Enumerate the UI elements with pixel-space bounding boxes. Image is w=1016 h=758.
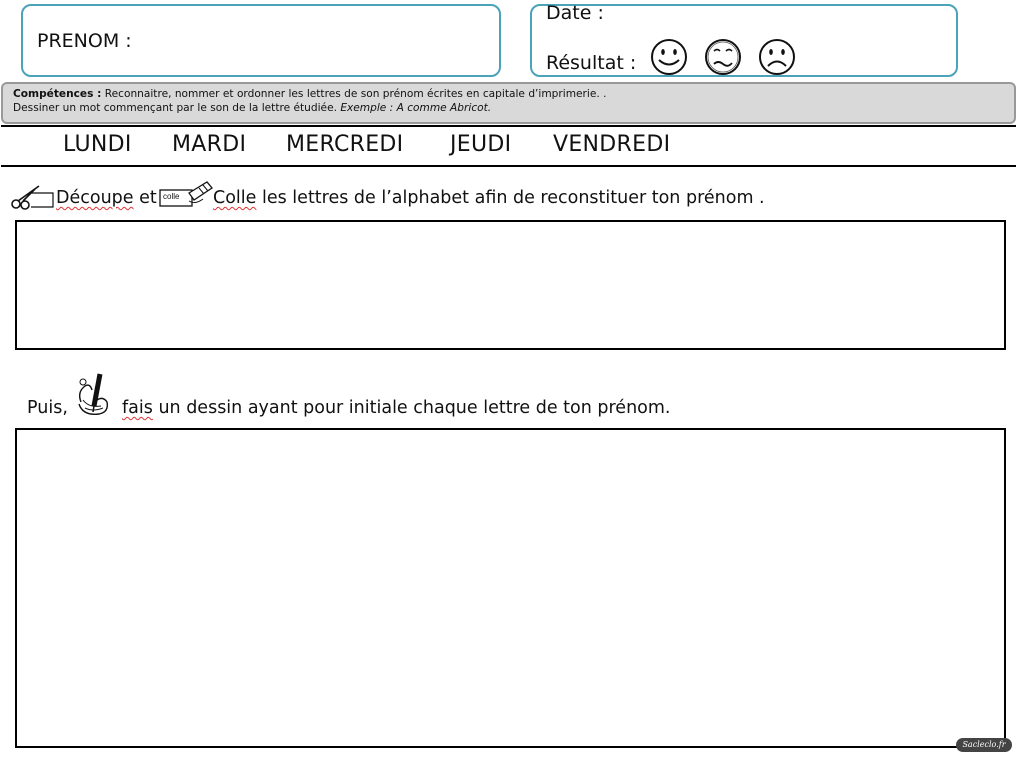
competences-title: Compétences : xyxy=(13,88,102,100)
date-label: Date : xyxy=(546,2,604,24)
glue-label: colle xyxy=(163,192,180,201)
prenom-label: PRENOM : xyxy=(37,30,132,52)
instruction-2-lead: Puis, xyxy=(27,398,68,418)
instruction-2: fais un dessin ayant pour initiale chaqu… xyxy=(122,398,670,418)
competences-example: Exemple : A comme Abricot. xyxy=(340,101,492,114)
instruction-1-text: les lettres de l’alphabet afin de recons… xyxy=(262,188,765,208)
day-mardi: MARDI xyxy=(172,132,247,157)
day-lundi: LUNDI xyxy=(63,132,132,157)
competences-line-2: Dessiner un mot commençant par le son de… xyxy=(13,102,1014,116)
day-mercredi: MERCREDI xyxy=(286,132,404,157)
competences-band: Compétences : Reconnaitre, nommer et ord… xyxy=(1,82,1016,124)
scissors-icon xyxy=(11,185,54,210)
days-band: LUNDI MARDI MERCREDI JEUDI VENDREDI xyxy=(1,125,1016,167)
word-decoupe: Découpe xyxy=(56,188,134,208)
letters-paste-area xyxy=(15,220,1006,350)
day-jeudi: JEUDI xyxy=(450,132,512,157)
result-label: Résultat : xyxy=(546,52,637,74)
competences-text-2: Dessiner un mot commençant par le son de… xyxy=(13,101,337,114)
instruction-2-text: un dessin ayant pour initiale chaque let… xyxy=(158,398,671,418)
word-fais: fais xyxy=(122,398,153,418)
instruction-1: Découpe et xyxy=(56,188,157,208)
drawing-hand-icon xyxy=(78,373,109,415)
unsure-face-icon xyxy=(705,39,741,75)
word-et: et xyxy=(139,188,157,208)
instruction-1-rest: Colle les lettres de l’alphabet afin de … xyxy=(213,188,765,208)
prenom-box: PRENOM : xyxy=(21,4,501,77)
competences-line-1: Compétences : Reconnaitre, nommer et ord… xyxy=(13,88,1014,102)
site-logo: Sacleclo.fr xyxy=(956,738,1012,752)
competences-text-1: Reconnaitre, nommer et ordonner les lett… xyxy=(104,88,607,100)
happy-face-icon xyxy=(651,39,687,75)
word-colle: Colle xyxy=(213,188,257,208)
date-result-box: Date : Résultat : xyxy=(530,2,958,77)
sad-face-icon xyxy=(759,39,795,75)
day-vendredi: VENDREDI xyxy=(553,132,671,157)
drawing-area xyxy=(15,428,1006,748)
